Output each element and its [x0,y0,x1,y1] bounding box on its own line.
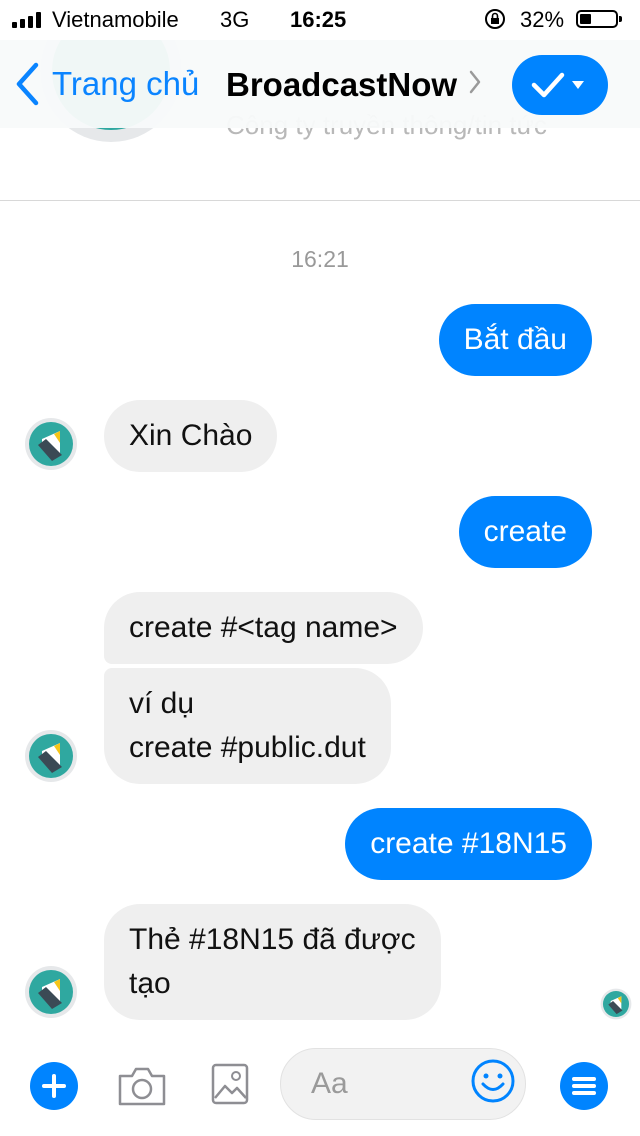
message-line: Thẻ #18N15 đã được [129,923,416,956]
incoming-message[interactable]: ví dụ create #public.dut [104,668,391,784]
bot-avatar-icon[interactable] [24,965,78,1019]
battery-icon [576,10,622,28]
composer-bar: Aa [0,1040,640,1136]
camera-icon[interactable] [116,1064,168,1108]
outgoing-message[interactable]: create [458,496,592,568]
message-line: ví dụ [129,687,195,720]
message-line: create #public.dut [129,731,366,764]
incoming-message[interactable]: Xin Chào [104,400,278,472]
nav-bar: Trang chủ BroadcastNow [0,40,640,128]
confirm-dropdown-button[interactable] [512,55,608,115]
chevron-right-icon[interactable] [468,68,482,96]
menu-button[interactable] [560,1062,608,1110]
message-line: tạo [129,967,171,1000]
carrier-name: Vietnamobile [52,7,179,32]
outgoing-message[interactable]: Bắt đầu [438,304,592,376]
status-bar: Vietnamobile 3G 16:25 32% [0,0,640,40]
network-type: 3G [220,7,250,32]
message-timestamp: 16:21 [291,246,349,272]
outgoing-message[interactable]: create #18N15 [345,808,592,880]
bot-avatar-icon[interactable] [24,417,78,471]
back-label: Trang chủ [52,65,200,102]
gallery-icon[interactable] [210,1062,250,1106]
chevron-left-icon [16,62,39,106]
bot-avatar-icon[interactable] [24,729,78,783]
page-title[interactable]: BroadcastNow [226,66,457,104]
back-button[interactable]: Trang chủ [14,62,199,106]
header-divider [0,200,640,201]
battery-percent: 32% [520,7,565,32]
clock: 16:25 [290,7,347,32]
message-input-placeholder: Aa [311,1067,348,1100]
emoji-icon[interactable] [470,1058,516,1104]
seen-avatar-icon [600,988,632,1020]
plus-button[interactable] [30,1062,78,1110]
checkmark-dropdown-icon [531,72,584,98]
incoming-message[interactable]: create #<tag name> [104,592,423,664]
signal-icon [12,12,41,28]
rotation-lock-icon [485,9,505,29]
incoming-message[interactable]: Thẻ #18N15 đã được tạo [104,904,441,1020]
